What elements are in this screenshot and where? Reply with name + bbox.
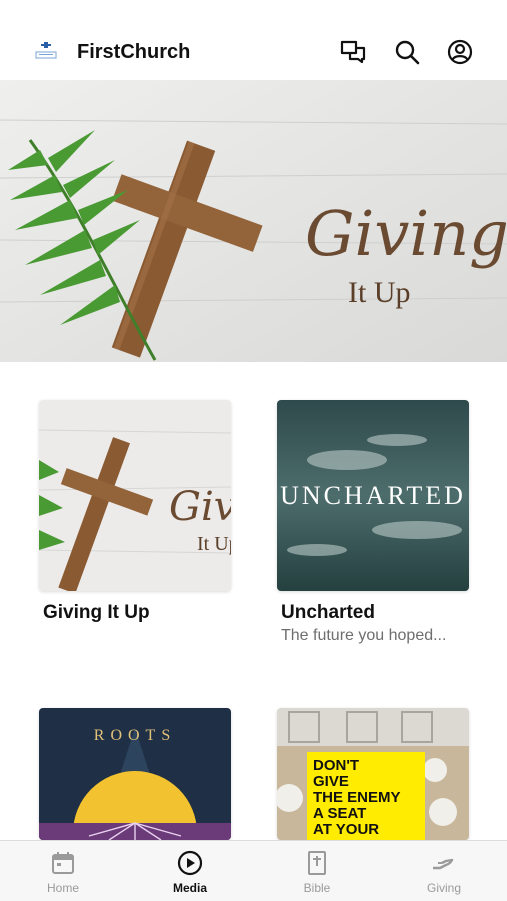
search-icon[interactable] bbox=[393, 38, 421, 66]
calendar-icon bbox=[49, 849, 77, 877]
tab-bible[interactable]: Bible bbox=[254, 841, 380, 901]
profile-icon[interactable] bbox=[446, 38, 474, 66]
bottom-tab-bar: Home Media Bible Giving bbox=[0, 840, 507, 901]
tab-media[interactable]: Media bbox=[127, 841, 253, 901]
media-thumbnail: ROOTS bbox=[39, 708, 231, 840]
media-card-uncharted[interactable]: UNCHARTED Uncharted The future you hoped… bbox=[277, 400, 469, 647]
svg-text:ROOTS: ROOTS bbox=[94, 727, 176, 744]
tab-home[interactable]: Home bbox=[0, 841, 126, 901]
church-logo[interactable] bbox=[34, 40, 58, 64]
app-header: FirstChurch bbox=[0, 0, 507, 81]
hero-banner[interactable]: Giving It Up bbox=[0, 80, 507, 362]
svg-text:Giving: Giving bbox=[169, 484, 231, 530]
media-subtitle: The future you hoped... bbox=[281, 627, 447, 644]
media-card-giving-it-up[interactable]: Giving It Up Giving It Up bbox=[39, 400, 231, 625]
hero-subtitle: It Up bbox=[348, 276, 411, 309]
svg-text:THE ENEMY: THE ENEMY bbox=[313, 789, 401, 806]
svg-text:A SEAT: A SEAT bbox=[313, 805, 366, 822]
tab-label: Media bbox=[172, 881, 207, 895]
media-title: Giving It Up bbox=[43, 602, 150, 623]
tab-label: Bible bbox=[303, 881, 331, 895]
media-thumbnail: UNCHARTED bbox=[277, 400, 469, 591]
media-thumbnail: DON'T GIVE THE ENEMY A SEAT AT YOUR bbox=[277, 708, 469, 840]
media-card-dont-give-the-enemy[interactable]: DON'T GIVE THE ENEMY A SEAT AT YOUR bbox=[277, 708, 469, 840]
media-thumbnail: Giving It Up bbox=[39, 400, 231, 591]
hero-title: Giving bbox=[305, 197, 507, 270]
giving-icon bbox=[430, 849, 458, 877]
app-title: FirstChurch bbox=[77, 41, 191, 63]
svg-text:UNCHARTED: UNCHARTED bbox=[280, 481, 466, 510]
bible-icon bbox=[303, 849, 331, 877]
svg-text:GIVE: GIVE bbox=[313, 773, 349, 790]
svg-text:DON'T: DON'T bbox=[313, 757, 359, 774]
tab-label: Giving bbox=[426, 881, 461, 895]
media-card-roots[interactable]: ROOTS bbox=[39, 708, 231, 840]
messages-icon[interactable] bbox=[339, 38, 367, 66]
svg-text:AT YOUR: AT YOUR bbox=[313, 821, 379, 838]
svg-text:It Up: It Up bbox=[197, 533, 231, 555]
play-icon bbox=[176, 849, 204, 877]
hero-artwork: Giving It Up bbox=[0, 80, 507, 362]
tab-label: Home bbox=[46, 881, 79, 895]
tab-giving[interactable]: Giving bbox=[381, 841, 507, 901]
media-title: Uncharted bbox=[281, 602, 375, 623]
